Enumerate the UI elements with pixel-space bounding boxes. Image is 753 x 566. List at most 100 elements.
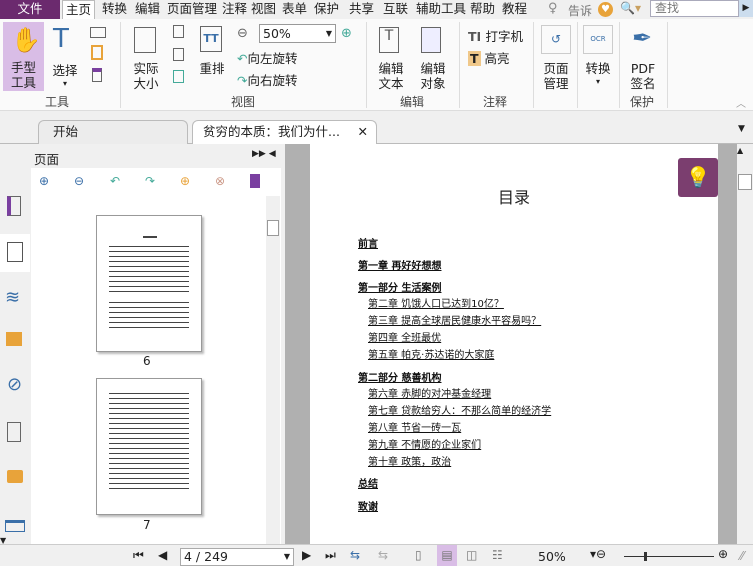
toc-link[interactable]: 第三章 提高全球居民健康水平容易吗？ [368,312,541,327]
toc-link[interactable]: 第二章 饥饿人口已达到10亿？ [368,295,504,310]
zoom-select[interactable]: 50% ▼ [259,24,336,43]
heart-icon[interactable]: ♥ [598,2,613,17]
page-number-input[interactable]: 4 / 249 ▼ [180,548,294,566]
tell-me[interactable]: 告诉 [568,2,592,19]
edit-text-button[interactable]: T 编辑 文本 [374,24,408,91]
typewriter-button[interactable]: TI 打字机 [468,26,523,45]
fit-width-icon[interactable] [173,48,184,61]
tab-list-icon[interactable]: ▼ [738,124,745,134]
zoom-out-icon[interactable]: ⊖ [237,26,248,41]
signatures-icon[interactable] [7,422,21,442]
tips-lightbulb-icon[interactable]: 💡 [678,158,718,197]
next-page-icon[interactable]: ▶ [302,548,311,562]
menu-item[interactable]: 主页 [62,0,96,19]
zoom-in-icon[interactable]: ⊕ [341,26,352,41]
edit-object-button[interactable]: 编辑 对象 [414,24,452,91]
hand-tool-button[interactable]: ✋ 手型 工具 [3,22,44,91]
lock-icon[interactable] [7,470,23,483]
convert-button[interactable]: OCR 转换 ▾ [581,24,615,90]
page-thumbnail[interactable] [96,378,202,515]
bookmarks-icon[interactable] [7,196,21,216]
rotate-right-button[interactable]: ↷向右旋转 [237,70,298,89]
menu-item[interactable]: 页面管理 [164,0,220,19]
rotate-right-page-icon[interactable]: ↷ [145,174,155,188]
attachments-icon[interactable]: ⊘ [7,374,22,395]
zoom-out-status-icon[interactable]: ▾⊖ [590,547,606,561]
thumbnail-scrollbar[interactable] [266,196,280,544]
actual-size-button[interactable]: 实际 大小 [128,24,164,91]
menu-item[interactable]: 帮助 [467,0,498,19]
lightbulb-icon[interactable]: ♀ [548,1,558,16]
search-next-icon[interactable]: ▶ [739,0,753,17]
menu-item[interactable]: 注释 [219,0,250,19]
previous-view-icon[interactable]: ⇆ [350,548,360,562]
menu-item[interactable]: 共享 [346,0,377,19]
menu-file[interactable]: 文件 [0,0,60,19]
delete-page-icon[interactable]: ⊗ [215,174,225,188]
toc-link[interactable]: 第四章 全班最优 [368,329,441,344]
single-page-icon[interactable]: ▯ [415,548,422,562]
zoom-in-status-icon[interactable]: ⊕ [718,547,728,561]
search-input[interactable]: 查找 [650,0,739,17]
pages-nav[interactable] [0,234,31,272]
fit-visible-icon[interactable] [173,70,184,83]
continuous-facing-icon[interactable]: ☷ [492,548,503,562]
menu-item[interactable]: 转换 [99,0,130,19]
menu-item[interactable]: 教程 [499,0,530,19]
toc-link[interactable]: 第七章 贷款给穷人：不那么简单的经济学 [368,402,551,417]
highlight-button[interactable]: T 高亮 [468,48,510,67]
shrink-thumbnail-icon[interactable]: ⊖ [74,174,84,188]
menu-item[interactable]: 表单 [279,0,310,19]
menu-item[interactable]: 辅助工具 [413,0,469,19]
menu-item[interactable]: 互联 [380,0,411,19]
close-tab-icon[interactable]: ✕ [358,121,368,143]
toc-link[interactable]: 第九章 不情愿的企业家们 [368,436,481,451]
toc-link[interactable]: 前言 [358,235,378,250]
comments-icon[interactable] [6,332,22,346]
panel-options-icon[interactable]: ▶▶ ◀ [252,149,276,159]
menu-item[interactable]: 视图 [248,0,279,19]
highlight-icon: T [468,51,481,66]
resize-grip-icon[interactable]: ⁄⁄ [740,549,744,563]
layers-icon[interactable]: ≋ [5,287,20,308]
select-button[interactable]: T 选择 ▾ [48,22,82,90]
toc-link[interactable]: 第一章 再好好想想 [358,257,441,272]
insert-page-icon[interactable]: ⊕ [180,174,190,188]
previous-page-icon[interactable]: ◀ [158,548,167,562]
toc-link[interactable]: 第二部分 慈善机构 [358,369,441,384]
zoom-slider[interactable] [624,552,714,561]
rotate-left-button[interactable]: ↶向左旋转 [237,48,298,67]
toc-link[interactable]: 第十章 政策，政治 [368,453,451,468]
fit-page-icon[interactable] [173,25,184,38]
find-folder-icon[interactable]: 🔍▾ [620,1,641,15]
toc-link[interactable]: 致谢 [358,498,378,513]
facing-icon[interactable]: ◫ [466,548,477,562]
menu-item[interactable]: 编辑 [132,0,163,19]
enlarge-thumbnail-icon[interactable]: ⊕ [39,174,49,188]
page-number: 6 [143,354,151,368]
clipboard-icon[interactable] [91,45,103,60]
tab-document[interactable]: 贫穷的本质：我们为什... ✕ [192,120,377,144]
reflow-button[interactable]: TT 重排 [196,25,228,85]
collapse-ribbon-icon[interactable]: ︿ [736,95,746,110]
tab-start[interactable]: 开始 [38,120,188,144]
toc-link[interactable]: 总结 [358,475,378,490]
continuous-page-icon[interactable]: ▤ [437,545,457,566]
rotate-left-page-icon[interactable]: ↶ [110,174,120,188]
page-thumbnail[interactable] [96,215,202,352]
last-page-icon[interactable]: ⏭ [325,548,336,563]
snapshot-icon[interactable] [90,27,106,38]
next-view-icon[interactable]: ⇆ [378,548,388,562]
content-icon[interactable] [5,520,25,532]
page-properties-icon[interactable] [250,174,260,188]
toc-link[interactable]: 第一部分 生活案例 [358,279,441,294]
vertical-scrollbar[interactable]: ▲ [737,144,753,544]
page-management-button[interactable]: ↺ 页面 管理 [538,24,574,91]
menu-item[interactable]: 保护 [311,0,342,19]
first-page-icon[interactable]: ⏮ [133,548,144,563]
pdf-sign-button[interactable]: ✒ PDF 签名 [624,24,662,91]
toc-link[interactable]: 第五章 帕克·苏达诺的大家庭 [368,346,494,361]
toc-link[interactable]: 第八章 节省一砖一瓦 [368,419,461,434]
toc-link[interactable]: 第六章 赤脚的对冲基金经理 [368,385,491,400]
bookmark-page-icon[interactable] [92,68,102,82]
